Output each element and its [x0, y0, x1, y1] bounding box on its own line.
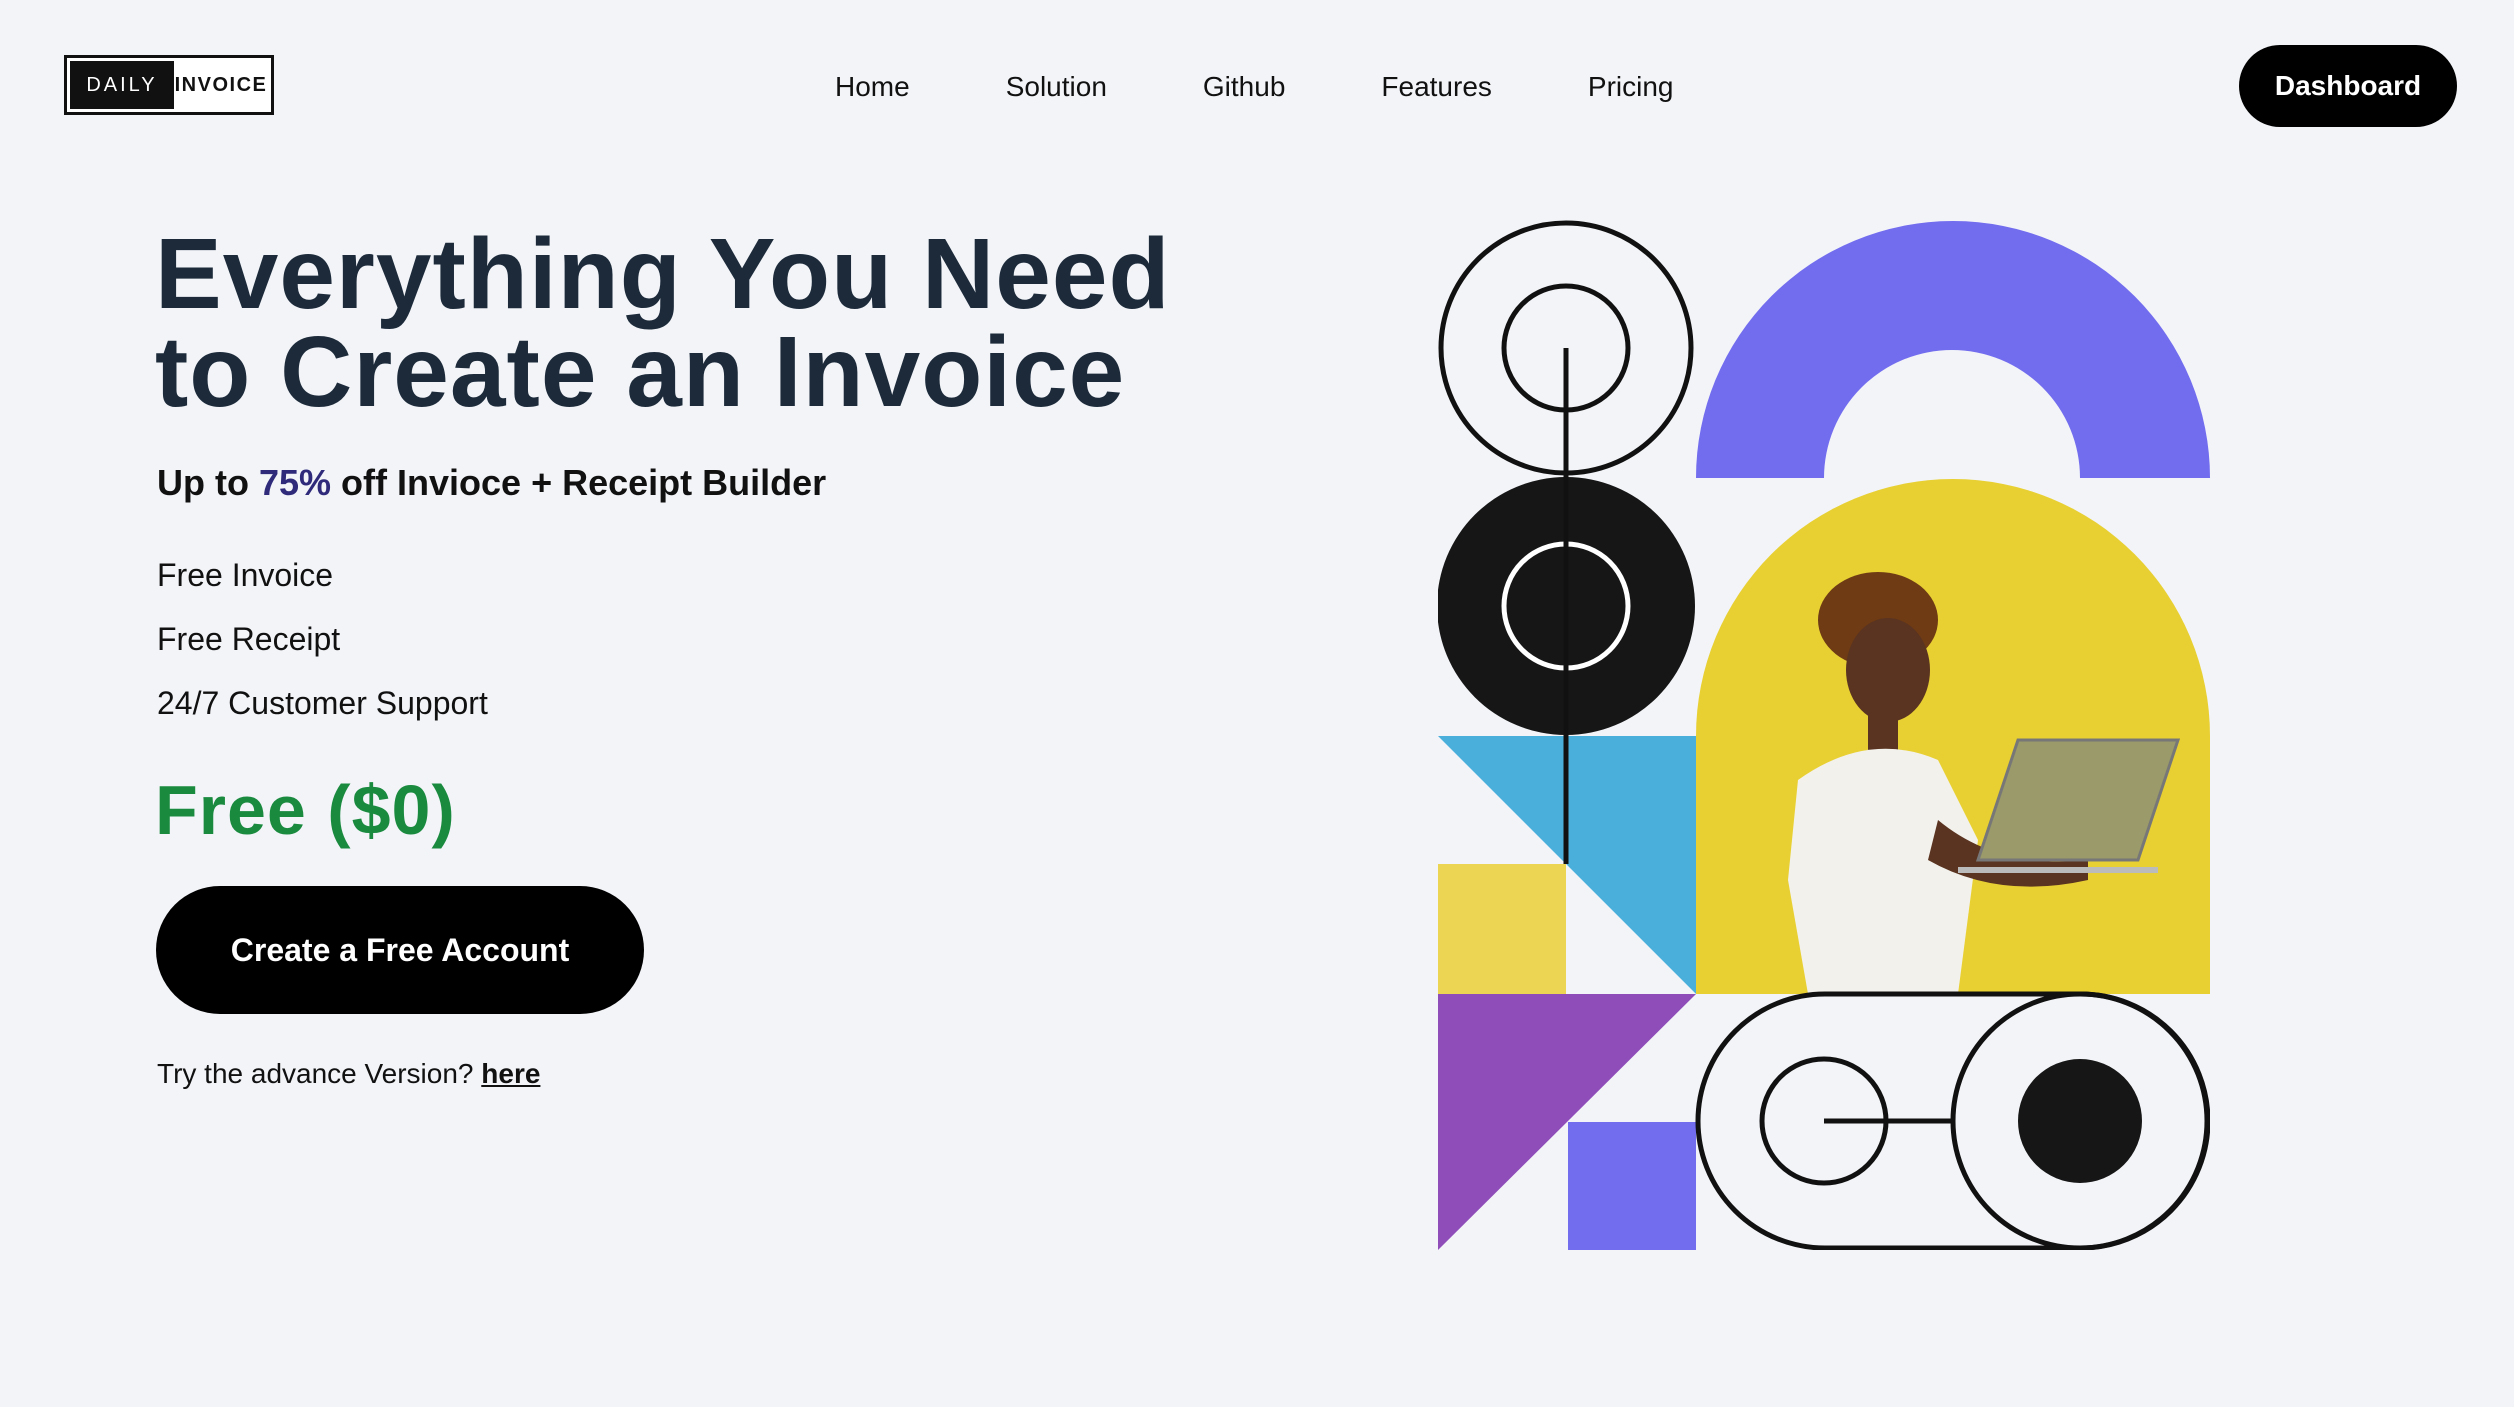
page: DAILY INVOICE Home Solution Github Featu…	[0, 0, 2514, 1407]
advance-version-text: Try the advance Version? here	[157, 1058, 540, 1090]
subtitle-post: off Invioce + Receipt Builder	[331, 462, 827, 503]
logo-right: INVOICE	[174, 73, 268, 96]
hero-illustration	[1437, 220, 2211, 1251]
nav-github[interactable]: Github	[1203, 68, 1286, 106]
dashboard-button[interactable]: Dashboard	[2239, 45, 2457, 127]
yellow-square	[1438, 864, 1566, 994]
feature-item: Free Invoice	[157, 557, 334, 593]
nav-solution[interactable]: Solution	[1006, 68, 1107, 106]
feature-item: Free Receipt	[157, 621, 341, 657]
hero-title-line2: to Create an Invoice	[155, 316, 1126, 428]
subtitle-pre: Up to	[157, 462, 259, 503]
advance-prompt: Try the advance Version?	[157, 1058, 482, 1089]
nav-features[interactable]: Features	[1381, 68, 1492, 106]
pill-black-dot	[2018, 1059, 2142, 1183]
main-nav: Home Solution Github Features Pricing	[835, 68, 1673, 106]
hero-title-line1: Everything You Need	[155, 218, 1171, 330]
logo-left: DAILY	[70, 61, 174, 109]
features-list: Free Invoice Free Receipt 24/7 Customer …	[157, 555, 488, 747]
hero-subtitle: Up to 75% off Invioce + Receipt Builder	[157, 462, 826, 504]
nav-pricing[interactable]: Pricing	[1588, 68, 1674, 106]
advance-here-link[interactable]: here	[481, 1058, 540, 1089]
nav-home[interactable]: Home	[835, 68, 910, 106]
purple-square	[1568, 1122, 1696, 1250]
geometric-illustration	[1437, 220, 2211, 1251]
subtitle-discount: 75%	[258, 462, 332, 503]
feature-item: 24/7 Customer Support	[157, 685, 488, 721]
price-label: Free ($0)	[155, 771, 456, 849]
logo[interactable]: DAILY INVOICE	[64, 55, 274, 115]
create-account-button[interactable]: Create a Free Account	[156, 886, 644, 1014]
purple-arch	[1696, 221, 2210, 478]
hero-title: Everything You Need to Create an Invoice	[155, 224, 1255, 422]
